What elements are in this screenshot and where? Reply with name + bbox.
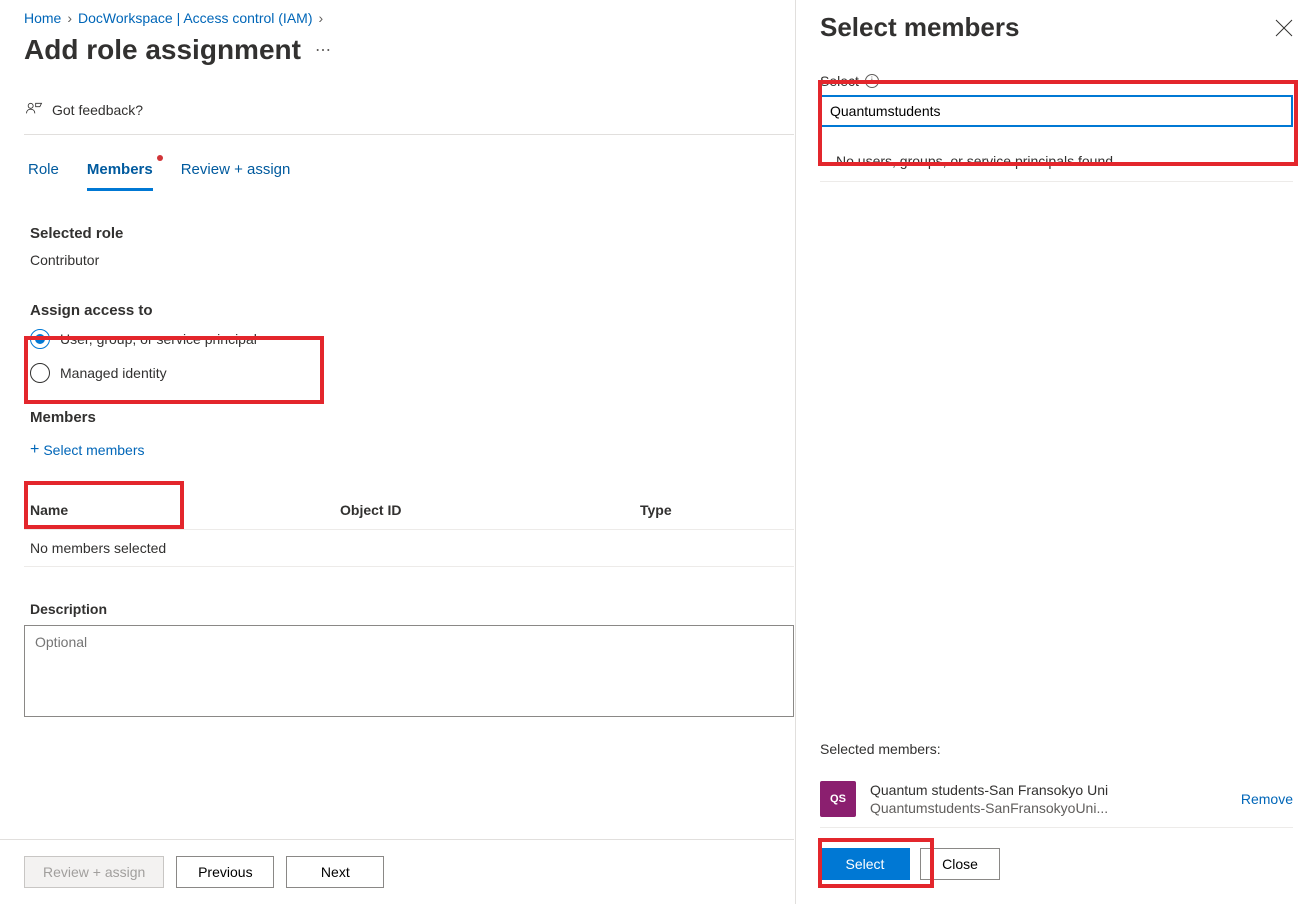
feedback-icon <box>24 100 44 120</box>
breadcrumb: Home › DocWorkspace | Access control (IA… <box>24 10 794 26</box>
select-label: Select <box>820 73 859 89</box>
panel-title: Select members <box>820 12 1019 43</box>
radio-user-group-service-principal[interactable]: User, group, or service principal <box>30 329 794 349</box>
feedback-link[interactable]: Got feedback? <box>24 94 794 135</box>
avatar: QS <box>820 781 856 817</box>
no-results-message: No users, groups, or service principals … <box>820 153 1293 182</box>
previous-button[interactable]: Previous <box>176 856 274 888</box>
breadcrumb-separator: › <box>67 10 72 26</box>
selected-member-row: QS Quantum students-San Fransokyo Uni Qu… <box>820 771 1293 828</box>
tab-review[interactable]: Review + assign <box>181 155 291 191</box>
member-search-input[interactable] <box>820 95 1293 127</box>
close-button[interactable]: Close <box>920 848 1000 880</box>
select-members-link[interactable]: + Select members <box>30 436 794 464</box>
members-table-header: Name Object ID Type <box>24 492 794 529</box>
radio-icon <box>30 363 50 383</box>
remove-member-link[interactable]: Remove <box>1241 791 1293 807</box>
info-icon[interactable]: i <box>865 74 879 88</box>
tab-role[interactable]: Role <box>28 155 59 191</box>
column-object-id: Object ID <box>340 502 640 518</box>
selected-role-value: Contributor <box>30 252 794 268</box>
column-name: Name <box>30 502 340 518</box>
review-assign-button: Review + assign <box>24 856 164 888</box>
next-button[interactable]: Next <box>286 856 384 888</box>
radio-managed-identity[interactable]: Managed identity <box>30 363 794 383</box>
column-type: Type <box>640 502 788 518</box>
selected-member-name: Quantum students-San Fransokyo Uni <box>870 781 1227 799</box>
feedback-label: Got feedback? <box>52 102 143 118</box>
breadcrumb-resource[interactable]: DocWorkspace | Access control (IAM) <box>78 10 312 26</box>
selected-members-label: Selected members: <box>820 741 1293 757</box>
description-label: Description <box>30 601 794 617</box>
breadcrumb-separator: › <box>318 10 323 26</box>
page-title: Add role assignment <box>24 34 301 66</box>
breadcrumb-home[interactable]: Home <box>24 10 61 26</box>
members-label: Members <box>30 409 794 426</box>
select-members-panel: Select members Select i No users, groups… <box>795 0 1315 904</box>
description-input[interactable] <box>24 625 794 717</box>
radio-icon <box>30 329 50 349</box>
plus-icon: + <box>30 442 39 458</box>
members-table-empty: No members selected <box>24 529 794 567</box>
more-actions-button[interactable]: ⋯ <box>315 40 333 60</box>
footer-bar: Review + assign Previous Next <box>0 839 794 904</box>
tab-members[interactable]: Members <box>87 155 153 191</box>
selected-member-sub: Quantumstudents-SanFransokyoUni... <box>870 799 1227 817</box>
close-icon[interactable] <box>1275 19 1293 37</box>
select-button[interactable]: Select <box>820 848 910 880</box>
tab-bar: Role Members Review + assign <box>24 145 794 191</box>
tab-indicator-dot <box>157 155 163 161</box>
selected-role-label: Selected role <box>30 225 794 242</box>
assign-access-label: Assign access to <box>30 302 794 319</box>
